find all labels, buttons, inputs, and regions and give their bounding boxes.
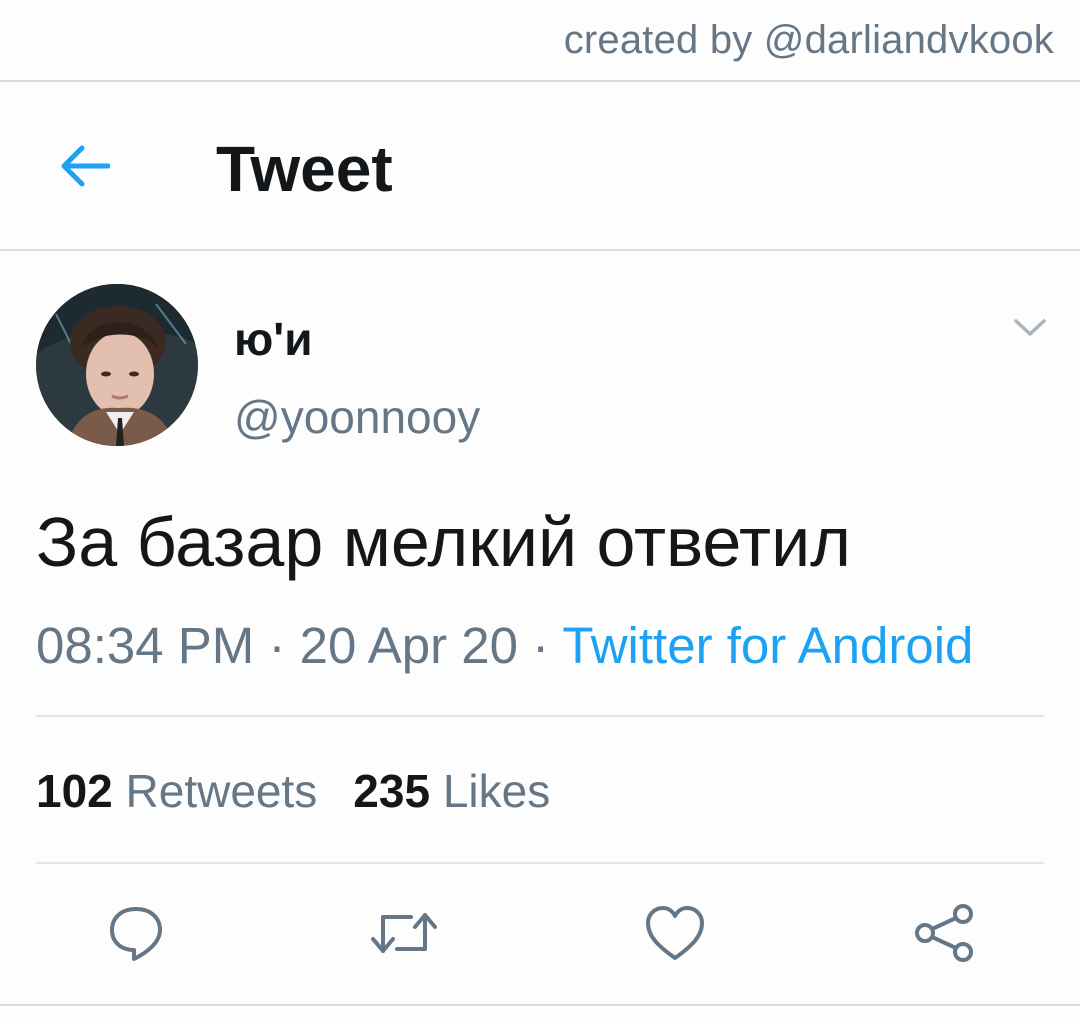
back-button[interactable] [56, 138, 112, 194]
tweet-text: За базар мелкий ответил [36, 503, 852, 581]
header-divider [0, 249, 1080, 251]
tweet-meta: 08:34 PM · 20 Apr 20 · Twitter for Andro… [36, 616, 973, 675]
meta-divider [36, 715, 1044, 717]
meta-separator: · [254, 617, 300, 674]
tweet-date: 20 Apr 20 [299, 617, 518, 674]
retweets-label: Retweets [125, 765, 318, 817]
retweets-count: 102 [36, 765, 113, 817]
bottom-divider [0, 1004, 1080, 1006]
likes-stat[interactable]: 235 Likes [353, 765, 550, 817]
heart-icon [646, 906, 704, 960]
tweet-time: 08:34 PM [36, 617, 255, 674]
likes-count: 235 [353, 765, 431, 817]
tweet-source-link[interactable]: Twitter for Android [562, 617, 973, 674]
author-display-name[interactable]: ю'и [234, 312, 313, 366]
share-icon [915, 904, 973, 962]
retweet-button[interactable] [371, 900, 437, 966]
meta-separator: · [517, 617, 563, 674]
stats-divider [36, 862, 1044, 864]
likes-label: Likes [442, 765, 551, 817]
top-divider [0, 80, 1080, 82]
tweet-stats: 102 Retweets 235 Likes [36, 764, 550, 818]
retweet-icon [371, 913, 437, 953]
retweets-stat[interactable]: 102 Retweets [36, 765, 317, 817]
speech-bubble-icon [110, 907, 162, 961]
author-handle[interactable]: @yoonnooy [234, 390, 480, 444]
page-title: Tweet [216, 133, 393, 205]
reply-button[interactable] [103, 900, 169, 966]
avatar-image [36, 284, 198, 446]
like-button[interactable] [642, 900, 708, 966]
avatar[interactable] [36, 284, 198, 446]
share-button[interactable] [911, 900, 977, 966]
arrow-left-icon [61, 145, 110, 187]
chevron-down-icon [1014, 319, 1046, 336]
more-options-button[interactable] [1008, 310, 1052, 346]
watermark-credit: created by @darliandvkook [563, 18, 1054, 62]
